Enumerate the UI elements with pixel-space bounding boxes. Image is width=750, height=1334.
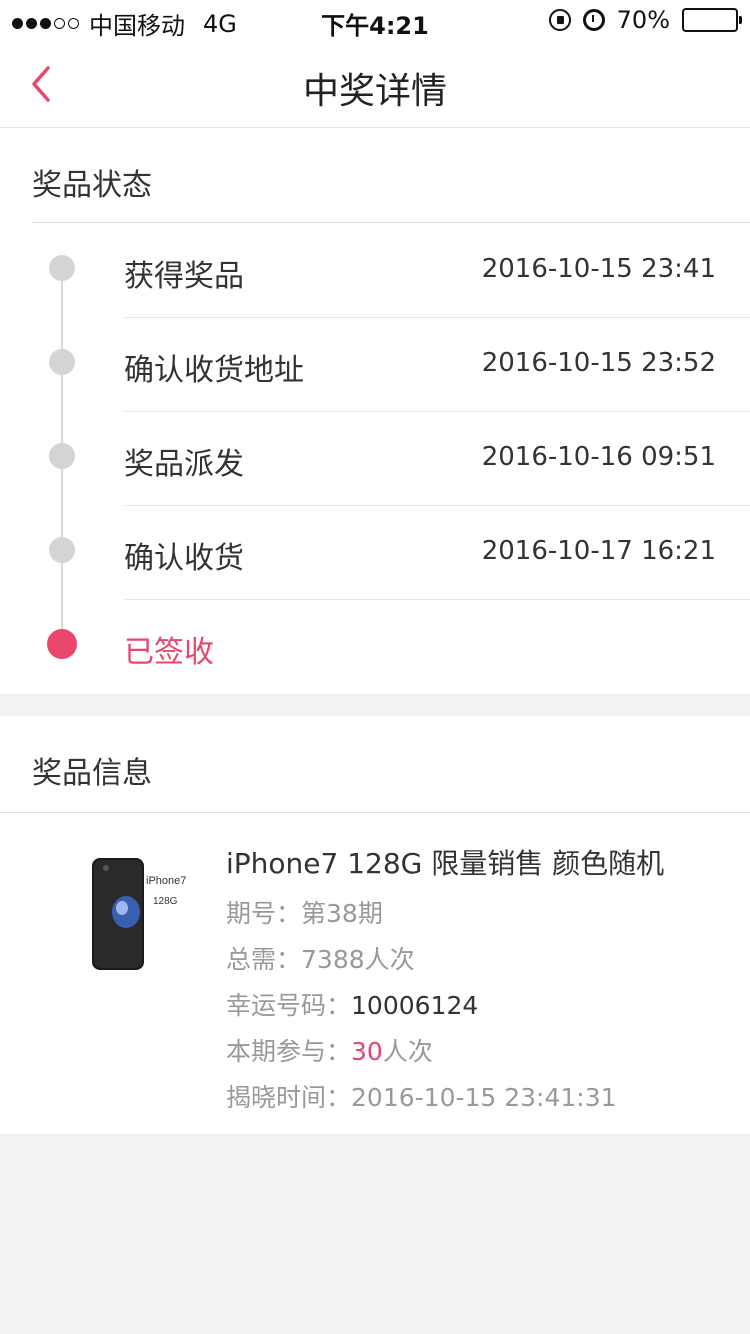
timeline-step-time: 2016-10-15 23:52 — [481, 348, 716, 378]
product-name[interactable]: iPhone7 128G 限量销售 颜色随机 — [226, 842, 664, 882]
reveal-time-label: 揭晓时间： — [226, 1083, 352, 1112]
timeline-step-time: 2016-10-16 09:51 — [481, 442, 716, 472]
status-bar: 中国移动 4G 下午4:21 70% — [0, 0, 750, 40]
timeline-step-label: 获得奖品 — [124, 259, 244, 294]
alarm-icon — [582, 9, 605, 31]
timeline-step-label: 确认收货 — [124, 541, 244, 576]
battery-percent: 70% — [616, 6, 670, 34]
rotation-lock-icon — [548, 9, 571, 31]
divider — [32, 222, 750, 223]
product-image-text: iPhone7 — [146, 875, 186, 887]
lucky-number-value: 10006124 — [351, 991, 479, 1020]
prize-status-section: 奖品状态 获得奖品 2016-10-15 23:41 确认收货地址 2016-1… — [0, 128, 750, 694]
timeline-dot-active — [47, 629, 77, 659]
timeline-dot — [49, 255, 75, 281]
divider — [0, 812, 750, 813]
total-value: 7388人次 — [301, 945, 415, 974]
product-image-text: 128G — [153, 896, 178, 907]
issue-label: 期号： — [226, 899, 302, 928]
joined-label: 本期参与： — [226, 1037, 352, 1066]
joined-count: 30 — [351, 1037, 383, 1066]
reveal-time-value: 2016-10-15 23:41:31 — [351, 1083, 617, 1112]
timeline-step: 确认收货 2016-10-17 16:21 — [0, 506, 750, 600]
section-title: 奖品状态 — [32, 168, 152, 203]
timeline-step-label: 确认收货地址 — [124, 353, 304, 388]
timeline-dot — [49, 349, 75, 375]
product-image[interactable]: iPhone7 128G — [86, 854, 196, 974]
section-title: 奖品信息 — [32, 756, 152, 791]
joined-row: 本期参与：30人次 — [226, 1032, 433, 1068]
timeline-step-time: 2016-10-17 16:21 — [481, 536, 716, 566]
timeline-step-time: 2016-10-15 23:41 — [481, 254, 716, 284]
timeline-step: 获得奖品 2016-10-15 23:41 — [0, 224, 750, 318]
reveal-time-row: 揭晓时间：2016-10-15 23:41:31 — [226, 1078, 617, 1114]
lucky-number-label: 幸运号码： — [226, 991, 352, 1020]
total-row: 总需：7388人次 — [226, 940, 415, 976]
timeline-dot — [49, 443, 75, 469]
page-title: 中奖详情 — [302, 71, 447, 112]
total-label: 总需： — [226, 945, 302, 974]
timeline-step: 奖品派发 2016-10-16 09:51 — [0, 412, 750, 506]
status-right: 70% — [548, 6, 742, 34]
timeline-dot — [49, 537, 75, 563]
nav-bar: 中奖详情 — [0, 40, 750, 128]
joined-unit: 人次 — [382, 1037, 433, 1066]
prize-info-section: 奖品信息 iPhone7 128G iPhone7 128G 限量销售 颜色随机… — [0, 716, 750, 1134]
timeline-step: 确认收货地址 2016-10-15 23:52 — [0, 318, 750, 412]
timeline-step-label: 已签收 — [124, 635, 214, 670]
battery-icon — [682, 8, 742, 32]
lucky-number-row: 幸运号码：10006124 — [226, 986, 478, 1022]
timeline-step-current: 已签收 — [0, 600, 750, 694]
issue-row: 期号：第38期 — [226, 894, 383, 930]
timeline-step-label: 奖品派发 — [124, 447, 244, 482]
issue-value: 第38期 — [301, 899, 383, 928]
